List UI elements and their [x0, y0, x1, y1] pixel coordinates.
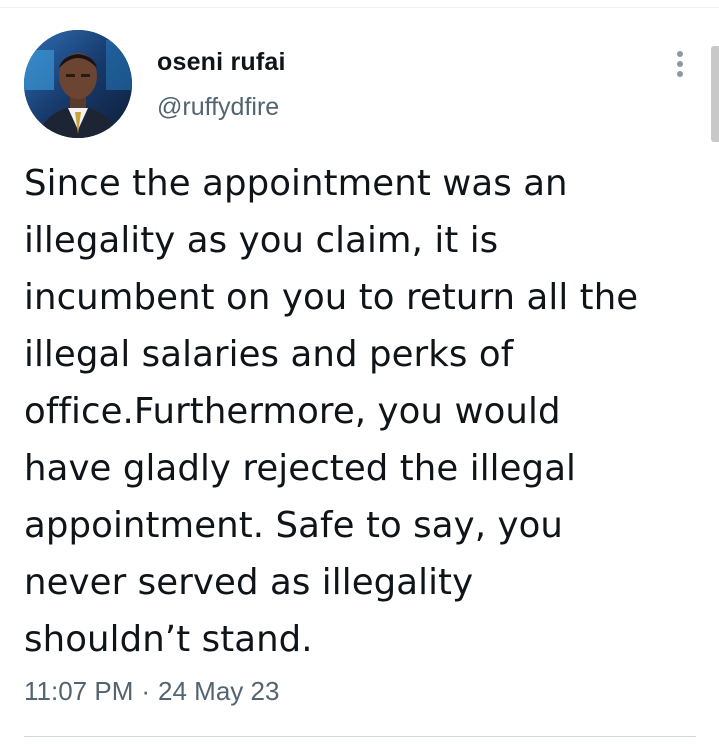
- tweet-date[interactable]: 24 May 23: [158, 676, 279, 707]
- more-vertical-icon-dot: [677, 71, 683, 77]
- author-display-name[interactable]: oseni rufai: [157, 48, 286, 77]
- avatar-image: [24, 30, 132, 138]
- tweet-metadata: 11:07 PM · 24 May 23: [24, 676, 279, 707]
- bottom-divider: [24, 736, 696, 737]
- more-vertical-icon-dot: [677, 61, 683, 67]
- avatar[interactable]: [24, 30, 132, 138]
- tweet-page: oseni rufai @ruffydfire Since the appoin…: [0, 0, 719, 744]
- author-handle[interactable]: @ruffydfire: [157, 93, 279, 122]
- scrollbar-thumb[interactable]: [711, 46, 719, 142]
- top-divider: [0, 7, 719, 8]
- meta-separator: ·: [141, 676, 151, 706]
- more-options-button[interactable]: [662, 44, 698, 84]
- more-vertical-icon: [677, 51, 683, 57]
- tweet-text: Since the appointment was an illegality …: [24, 163, 639, 660]
- tweet-time[interactable]: 11:07 PM: [24, 676, 133, 707]
